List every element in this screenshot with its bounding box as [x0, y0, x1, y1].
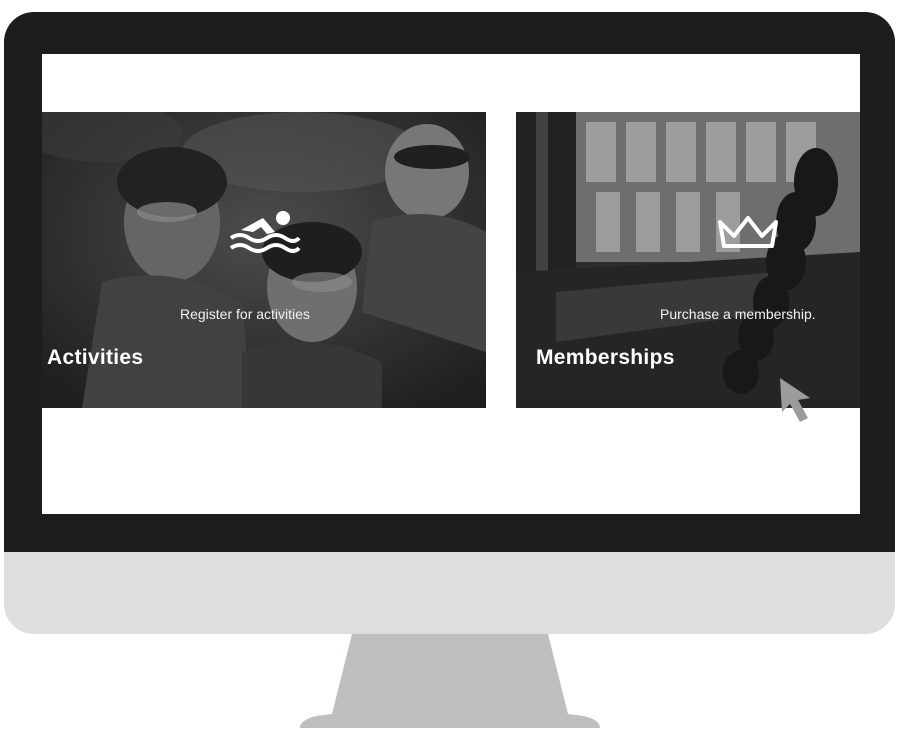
swimmer-icon: [229, 211, 301, 253]
crown-icon: [718, 216, 778, 248]
screen: Register for activities Activities Purch…: [42, 54, 860, 514]
activities-card[interactable]: Register for activities Activities: [42, 112, 486, 408]
activities-subtitle: Register for activities: [180, 306, 310, 322]
mouse-pointer-icon: [780, 378, 810, 422]
monitor: Register for activities Activities Purch…: [4, 12, 895, 634]
memberships-subtitle: Purchase a membership.: [660, 306, 816, 322]
memberships-title: Memberships: [536, 346, 675, 369]
activities-title: Activities: [47, 346, 144, 369]
memberships-card[interactable]: Purchase a membership. Memberships: [516, 112, 860, 408]
monitor-bezel: Register for activities Activities Purch…: [4, 12, 895, 552]
